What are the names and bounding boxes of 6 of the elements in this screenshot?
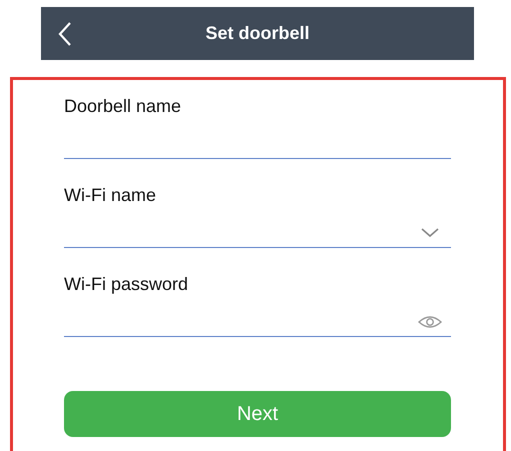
- field-label: Wi-Fi name: [64, 184, 156, 207]
- screen-title: Set doorbell: [205, 23, 310, 44]
- back-icon: [58, 21, 72, 47]
- field-label: Wi-Fi password: [64, 273, 188, 296]
- field-label: Doorbell name: [64, 95, 182, 118]
- next-button[interactable]: Next: [64, 391, 451, 437]
